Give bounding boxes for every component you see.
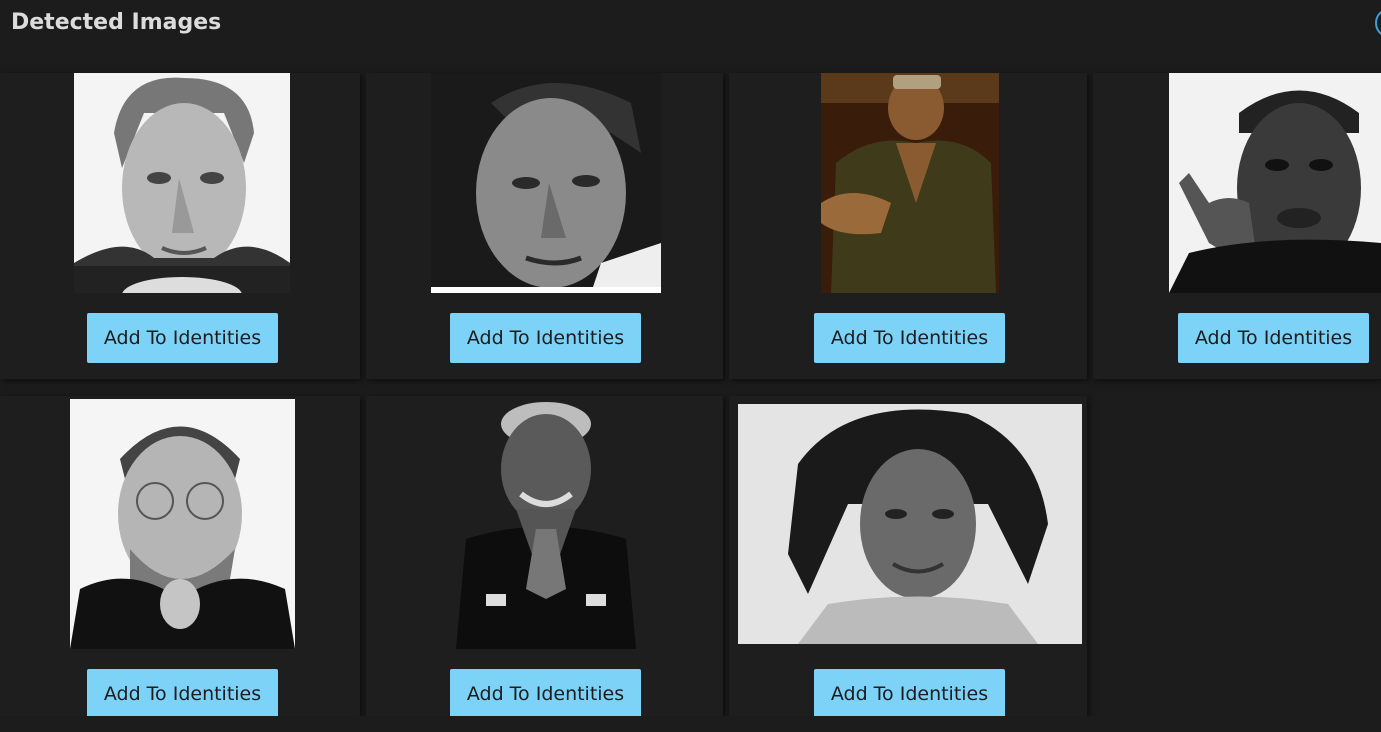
detected-face-image (70, 399, 295, 649)
account-icon[interactable] (1375, 8, 1381, 38)
detected-face-image (446, 399, 646, 649)
detected-face-image (431, 73, 661, 293)
add-to-identities-button[interactable]: Add To Identities (1178, 313, 1369, 363)
add-to-identities-button[interactable]: Add To Identities (87, 313, 278, 363)
scroll-fade (0, 716, 1381, 732)
add-to-identities-button[interactable]: Add To Identities (450, 313, 641, 363)
detected-face-image (738, 404, 1082, 644)
add-to-identities-button[interactable]: Add To Identities (450, 669, 641, 719)
add-to-identities-button[interactable]: Add To Identities (87, 669, 278, 719)
detected-face-image (74, 73, 290, 293)
add-to-identities-button[interactable]: Add To Identities (814, 313, 1005, 363)
page-title: Detected Images (11, 10, 222, 35)
add-to-identities-button[interactable]: Add To Identities (814, 669, 1005, 719)
detected-face-image (1169, 73, 1381, 293)
detected-face-image (821, 73, 999, 293)
